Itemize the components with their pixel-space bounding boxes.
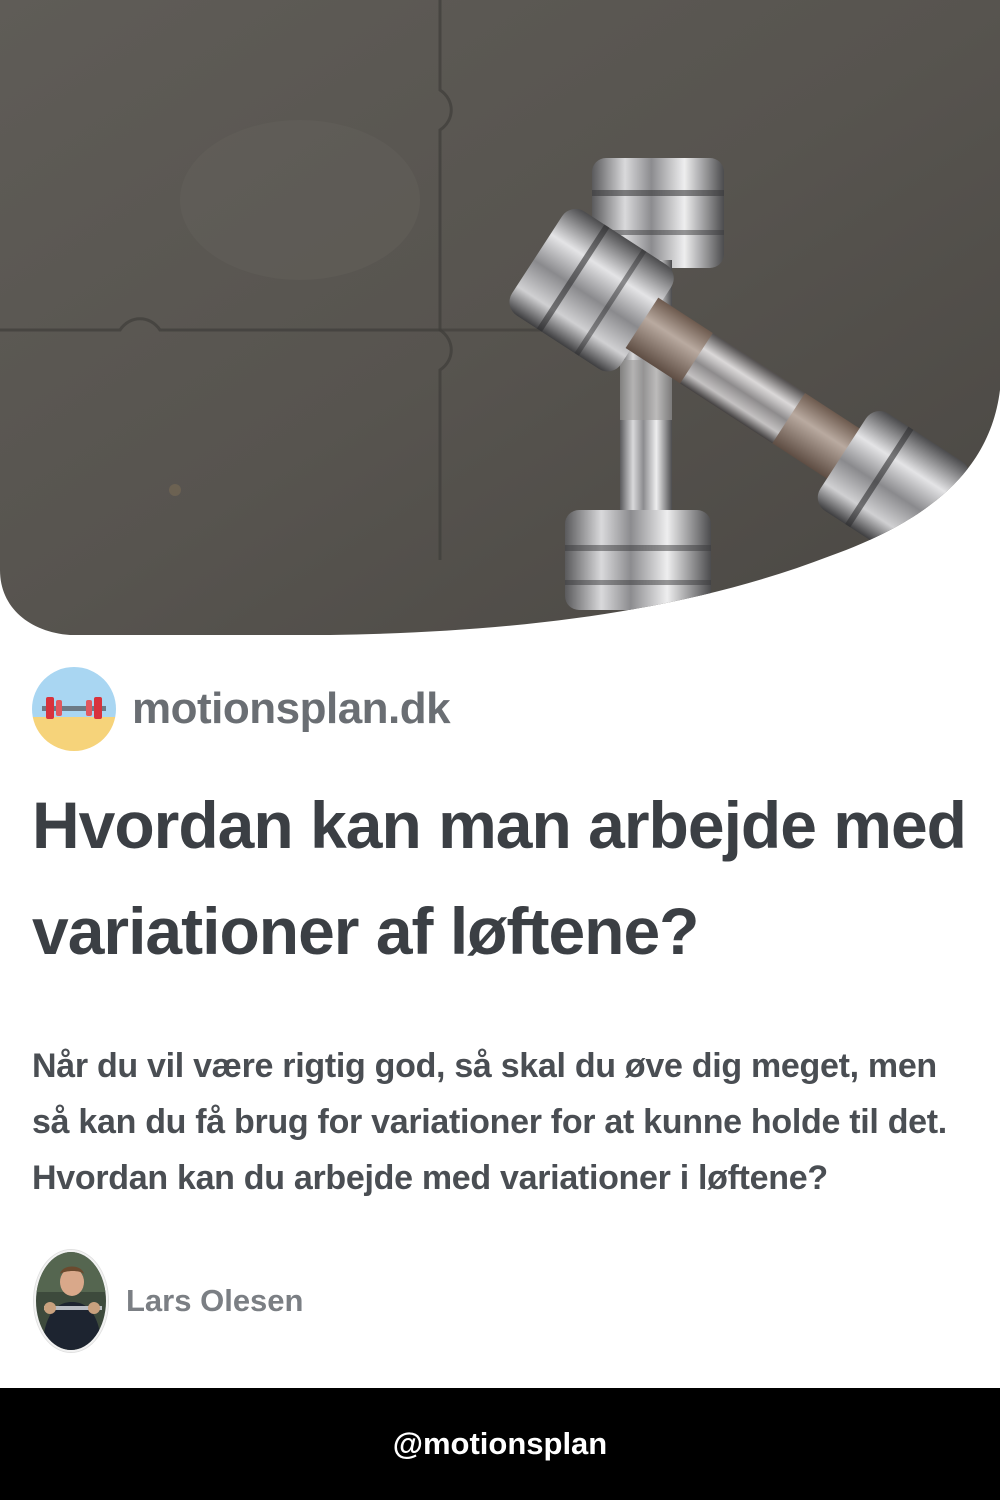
barbell-beach-icon (32, 667, 116, 751)
author-name: Lars Olesen (126, 1283, 304, 1318)
site-name: motionsplan.dk (132, 684, 451, 733)
hero-image (0, 0, 1000, 640)
article-title[interactable]: Hvordan kan man arbejde med variationer … (32, 772, 972, 984)
site-brand[interactable]: motionsplan.dk (32, 666, 451, 752)
author-avatar (34, 1250, 108, 1352)
footer-bar: @motionsplan (0, 1388, 1000, 1500)
article-description: Når du vil være rigtig god, så skal du ø… (32, 1047, 947, 1197)
author-byline[interactable]: Lars Olesen (34, 1250, 303, 1352)
social-handle[interactable]: @motionsplan (393, 1426, 608, 1462)
dumbbells-photo (0, 0, 1000, 635)
